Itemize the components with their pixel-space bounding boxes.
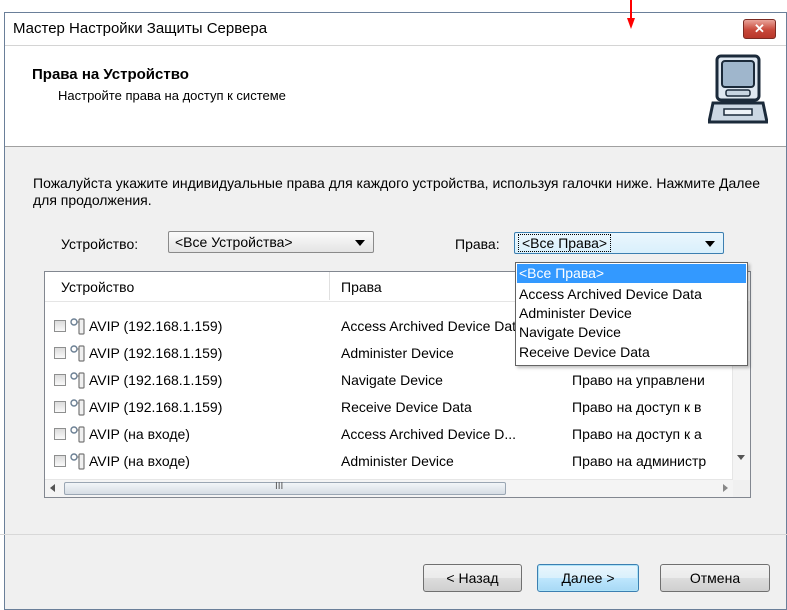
row-device: AVIP (на входе) <box>89 426 190 442</box>
row-device: AVIP (на входе) <box>89 453 190 469</box>
window-title: Мастер Настройки Защиты Сервера <box>13 20 268 37</box>
close-button[interactable]: ✕ <box>743 19 776 39</box>
table-row[interactable]: AVIP (192.168.1.159) Receive Device Data… <box>45 397 725 419</box>
row-description: Право на управлени <box>572 372 705 388</box>
row-description: Право на администр <box>572 453 707 469</box>
chevron-down-icon <box>705 241 715 247</box>
row-right: Access Archived Device Data <box>341 318 521 334</box>
horizontal-scrollbar[interactable]: III <box>45 479 733 497</box>
scroll-grip-icon: III <box>275 481 284 492</box>
column-header-device[interactable]: Устройство <box>61 279 134 295</box>
dropdown-option[interactable]: Access Archived Device Data <box>517 285 746 304</box>
row-checkbox[interactable] <box>54 428 66 440</box>
dropdown-option[interactable]: Receive Device Data <box>517 343 746 362</box>
camera-device-icon <box>70 345 85 362</box>
row-device: AVIP (192.168.1.159) <box>89 345 223 361</box>
rights-dropdown-list[interactable]: <Все Права> Access Archived Device Data … <box>515 262 748 366</box>
device-filter-value: <Все Устройства> <box>175 234 293 250</box>
camera-device-icon <box>70 372 85 389</box>
device-filter-combo[interactable]: <Все Устройства> <box>168 231 374 253</box>
row-checkbox[interactable] <box>54 455 66 467</box>
dropdown-option[interactable]: Navigate Device <box>517 323 746 342</box>
red-arrow-annotation-icon <box>627 0 635 29</box>
rights-filter-combo[interactable]: <Все Права> <box>514 232 724 254</box>
title-bar: Мастер Настройки Защиты Сервера ✕ <box>5 13 786 46</box>
scroll-left-arrow-icon[interactable] <box>50 484 55 492</box>
row-checkbox[interactable] <box>54 320 66 332</box>
column-divider[interactable] <box>329 272 330 300</box>
horizontal-scroll-thumb[interactable]: III <box>64 481 506 495</box>
chevron-down-icon <box>355 240 365 246</box>
dropdown-option[interactable]: <Все Права> <box>517 264 746 283</box>
footer-divider <box>0 534 787 535</box>
row-checkbox[interactable] <box>54 374 66 386</box>
table-row[interactable]: AVIP (на входе) Access Archived Device D… <box>45 424 725 446</box>
row-right: Navigate Device <box>341 372 443 388</box>
row-description: Право на доступ к а <box>572 426 702 442</box>
row-checkbox[interactable] <box>54 401 66 413</box>
row-right: Administer Device <box>341 345 454 361</box>
row-device: AVIP (192.168.1.159) <box>89 372 223 388</box>
next-button[interactable]: Далее > <box>537 564 639 592</box>
wizard-header: Права на Устройство Настройте права на д… <box>5 46 786 147</box>
table-row[interactable]: AVIP (на входе) Administer Device Право … <box>45 451 725 473</box>
device-filter-label: Устройство: <box>61 236 139 252</box>
dropdown-option[interactable]: Administer Device <box>517 304 746 323</box>
row-device: AVIP (192.168.1.159) <box>89 399 223 415</box>
row-device: AVIP (192.168.1.159) <box>89 318 223 334</box>
column-header-rights[interactable]: Права <box>341 279 382 295</box>
camera-device-icon <box>70 426 85 443</box>
rights-filter-label: Права: <box>455 236 500 252</box>
security-laptop-icon <box>708 54 768 124</box>
scroll-down-arrow-icon[interactable] <box>737 455 745 460</box>
instructions-text: Пожалуйста укажите индивидуальные права … <box>33 175 761 208</box>
scroll-corner <box>733 480 750 497</box>
table-row[interactable]: AVIP (192.168.1.159) Navigate Device Пра… <box>45 370 725 392</box>
row-checkbox[interactable] <box>54 347 66 359</box>
camera-device-icon <box>70 453 85 470</box>
page-title: Права на Устройство <box>32 66 189 83</box>
scroll-right-arrow-icon[interactable] <box>723 484 728 492</box>
row-right: Receive Device Data <box>341 399 472 415</box>
row-description: Право на доступ к в <box>572 399 702 415</box>
camera-device-icon <box>70 318 85 335</box>
row-right: Access Archived Device D... <box>341 426 517 442</box>
cancel-button[interactable]: Отмена <box>660 564 770 592</box>
row-right: Administer Device <box>341 453 454 469</box>
page-subtitle: Настройте права на доступ к системе <box>58 88 286 103</box>
back-button[interactable]: < Назад <box>423 564 522 592</box>
camera-device-icon <box>70 399 85 416</box>
rights-filter-value: <Все Права> <box>518 234 612 252</box>
close-icon: ✕ <box>754 21 765 36</box>
